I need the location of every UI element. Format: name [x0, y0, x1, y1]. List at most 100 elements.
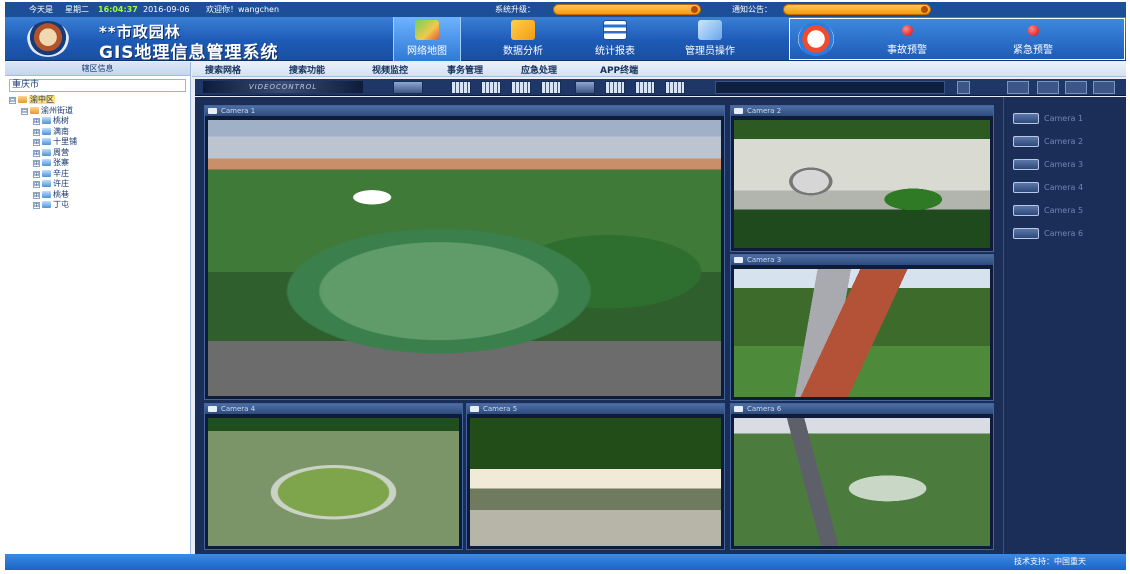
- menu-affairs-management[interactable]: 事务管理: [447, 63, 483, 76]
- district-icon: [42, 117, 51, 124]
- expand-toggle-icon[interactable]: ⊞: [33, 160, 40, 167]
- district-icon: [42, 159, 51, 166]
- expand-toggle-icon[interactable]: ⊞: [33, 170, 40, 178]
- tree-item-label: 渝中区: [29, 95, 55, 104]
- map-icon: [415, 20, 439, 40]
- tree-item[interactable]: ⊞ 周营: [7, 148, 190, 159]
- toolbar-square-button[interactable]: [957, 81, 970, 94]
- system-upgrade-field[interactable]: [553, 4, 701, 15]
- nav-statistics-report[interactable]: 统计报表: [581, 17, 649, 61]
- nav-data-analysis[interactable]: 数据分析: [489, 17, 557, 61]
- camera-pane-5[interactable]: Camera 5: [466, 403, 725, 550]
- tree-item[interactable]: ⊟ 渝州街道: [7, 106, 190, 117]
- admin-monitor-icon: [698, 20, 722, 40]
- camera-pane-4[interactable]: Camera 4: [204, 403, 463, 550]
- camera-pane-6[interactable]: Camera 6: [730, 403, 994, 550]
- expand-toggle-icon[interactable]: ⊞: [33, 149, 40, 157]
- tree-item[interactable]: ⊞ 桃巷: [7, 190, 190, 201]
- camera-icon: [1013, 136, 1039, 147]
- tree-item[interactable]: ⊞ 许庄: [7, 179, 190, 190]
- nav-label: 数据分析: [503, 46, 543, 57]
- layout-custom-button[interactable]: [575, 81, 595, 94]
- camera-feed-garden: [208, 418, 459, 546]
- layout-25-button[interactable]: [665, 81, 685, 94]
- camera-list-item[interactable]: Camera 3: [1010, 153, 1120, 176]
- alert-label: 事故预警: [887, 45, 927, 56]
- emergency-warning-button[interactable]: 紧急预警: [998, 23, 1068, 56]
- camera-icon: [1013, 159, 1039, 170]
- tree-item[interactable]: ⊟ 渝中区: [7, 95, 190, 106]
- layout-6-button[interactable]: [481, 81, 501, 94]
- layout-8-button[interactable]: [511, 81, 531, 94]
- expand-toggle-icon[interactable]: ⊞: [33, 181, 40, 188]
- collapse-toggle-icon[interactable]: ⊟: [9, 97, 16, 104]
- chevron-down-icon[interactable]: [1065, 81, 1087, 94]
- expand-toggle-icon[interactable]: ⊞: [33, 191, 40, 199]
- camera-icon: [1013, 205, 1039, 216]
- accident-warning-button[interactable]: 事故预警: [872, 23, 942, 56]
- expand-toggle-icon[interactable]: ⊞: [33, 118, 40, 125]
- camera-list-item[interactable]: Camera 5: [1010, 199, 1120, 222]
- nav-network-map[interactable]: 网络地图: [393, 17, 461, 61]
- nav-admin-operations[interactable]: 管理员操作: [671, 17, 749, 61]
- layout-12-button[interactable]: [605, 81, 625, 94]
- tree-item-label: 满南: [53, 126, 69, 136]
- layout-1-button[interactable]: [393, 81, 423, 94]
- video-status-field: [715, 81, 945, 94]
- camera-list-item[interactable]: Camera 6: [1010, 222, 1120, 245]
- district-icon: [42, 138, 51, 145]
- camera-toggle-button[interactable]: [1007, 81, 1029, 94]
- system-upgrade-label: 系统升级：: [495, 5, 535, 14]
- tree-item[interactable]: ⊞ 十里铺: [7, 137, 190, 148]
- district-icon: [42, 127, 51, 135]
- camera-icon: [208, 406, 217, 412]
- tree-item[interactable]: ⊞ 辛庄: [7, 169, 190, 180]
- menu-search-grid[interactable]: 搜索网格: [205, 63, 241, 76]
- region-search-input[interactable]: 重庆市: [9, 79, 186, 92]
- expand-toggle-icon[interactable]: ⊞: [33, 139, 40, 146]
- camera-list-label: Camera 3: [1044, 160, 1084, 169]
- expand-toggle-icon[interactable]: ⊞: [33, 128, 40, 136]
- camera-list-item[interactable]: Camera 2: [1010, 130, 1120, 153]
- district-icon: [42, 180, 51, 187]
- dropdown-knob-icon[interactable]: [921, 6, 928, 13]
- camera-title-text: Camera 3: [747, 256, 782, 264]
- camera-icon: [1013, 228, 1039, 239]
- camera-list-item[interactable]: Camera 4: [1010, 176, 1120, 199]
- camera-pane-2[interactable]: Camera 2: [730, 105, 994, 252]
- camera-list-item[interactable]: Camera 1: [1010, 107, 1120, 130]
- folder-icon: [18, 96, 27, 103]
- tree-item[interactable]: ⊞ 张寨: [7, 158, 190, 169]
- collapse-toggle-icon[interactable]: ⊟: [21, 107, 28, 115]
- tree-item[interactable]: ⊞ 丁屯: [7, 200, 190, 211]
- camera-pane-title: Camera 1: [205, 106, 724, 116]
- district-icon: [42, 169, 51, 177]
- tree-item-label: 周营: [53, 147, 69, 157]
- tree-item[interactable]: ⊞ 桃树: [7, 116, 190, 127]
- sidebar-header: 辖区信息: [5, 62, 190, 76]
- folder-icon: [30, 106, 39, 114]
- camera-pane-1[interactable]: Camera 1: [204, 105, 725, 400]
- report-icon: [603, 20, 627, 40]
- layout-16-button[interactable]: [635, 81, 655, 94]
- camera-pane-3[interactable]: Camera 3: [730, 254, 994, 401]
- chevron-up-icon[interactable]: [1093, 81, 1115, 94]
- logo-emblem-icon: [27, 21, 69, 57]
- welcome-user: 欢迎你！wangchen: [206, 5, 280, 14]
- app-title-line2: GIS地理信息管理系统: [99, 43, 279, 63]
- dropdown-knob-icon[interactable]: [691, 6, 698, 13]
- tree-item[interactable]: ⊞ 满南: [7, 127, 190, 138]
- menu-search-function[interactable]: 搜索功能: [289, 63, 325, 76]
- layout-4-button[interactable]: [451, 81, 471, 94]
- menu-app-terminal[interactable]: APP终端: [600, 63, 638, 76]
- top-status-bar: 今天是 星期二 16:04:37 2016-09-06 欢迎你！wangchen…: [5, 2, 1126, 17]
- play-button[interactable]: [1037, 81, 1059, 94]
- notice-field[interactable]: [783, 4, 931, 15]
- tree-item-label: 桃巷: [53, 189, 69, 199]
- menu-video-monitor[interactable]: 视频监控: [372, 63, 408, 76]
- region-tree: ⊟ 渝中区 ⊟ 渝州街道 ⊞ 桃树 ⊞ 满南 ⊞ 十里铺 ⊞ 周营 ⊞ 张寨 ⊞ 辛庄 ⊞ 许庄 ⊞ 桃巷 ⊞ 丁屯: [7, 95, 190, 211]
- expand-toggle-icon[interactable]: ⊞: [33, 202, 40, 209]
- district-icon: [42, 190, 51, 198]
- layout-9-button[interactable]: [541, 81, 561, 94]
- menu-emergency[interactable]: 应急处理: [521, 63, 557, 76]
